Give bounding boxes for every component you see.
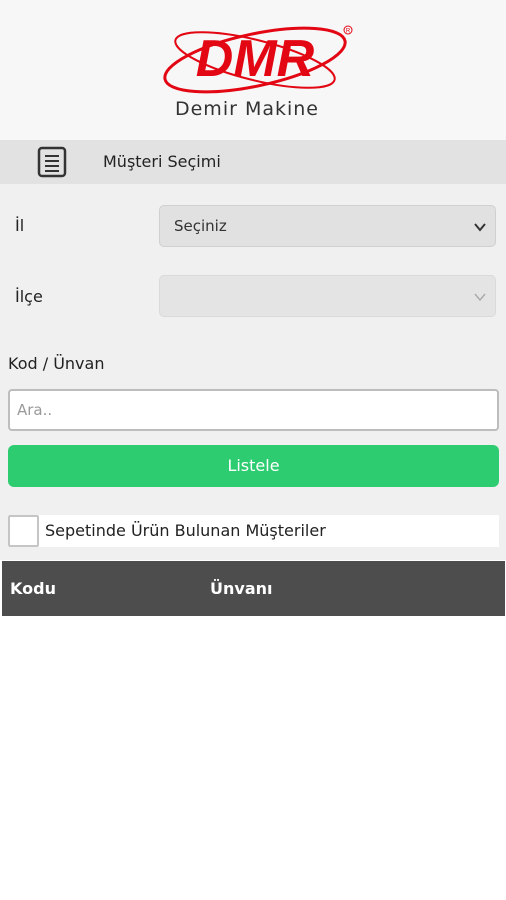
- list-button[interactable]: Listele: [8, 445, 499, 487]
- kod-unvan-label: Kod / Ünvan: [8, 354, 105, 373]
- header-bar: [0, 140, 506, 184]
- search-input[interactable]: [8, 389, 499, 431]
- table-header: Kodu Ünvanı: [2, 561, 505, 616]
- column-header-kodu[interactable]: Kodu: [10, 579, 56, 598]
- page-title: Müşteri Seçimi: [103, 152, 221, 171]
- ilce-label: İlçe: [15, 287, 43, 306]
- chevron-down-icon: [474, 293, 486, 302]
- basket-customers-filter: Sepetinde Ürün Bulunan Müşteriler: [8, 515, 499, 547]
- il-label: İl: [15, 216, 25, 235]
- basket-customers-label: Sepetinde Ürün Bulunan Müşteriler: [45, 521, 326, 540]
- svg-text:R: R: [346, 29, 351, 35]
- dmr-logo: DMR R Demir Makine: [163, 25, 353, 120]
- chevron-down-icon: [474, 223, 486, 232]
- list-document-icon[interactable]: [37, 146, 67, 178]
- ilce-select[interactable]: [159, 275, 496, 317]
- basket-customers-checkbox[interactable]: [8, 515, 39, 547]
- logo-area: DMR R Demir Makine: [0, 0, 506, 140]
- column-header-unvani[interactable]: Ünvanı: [210, 579, 272, 598]
- il-select-value: Seçiniz: [174, 217, 227, 235]
- logo-wordmark: DMR: [196, 30, 315, 88]
- il-select[interactable]: Seçiniz: [159, 205, 496, 247]
- logo-tagline: Demir Makine: [175, 98, 319, 120]
